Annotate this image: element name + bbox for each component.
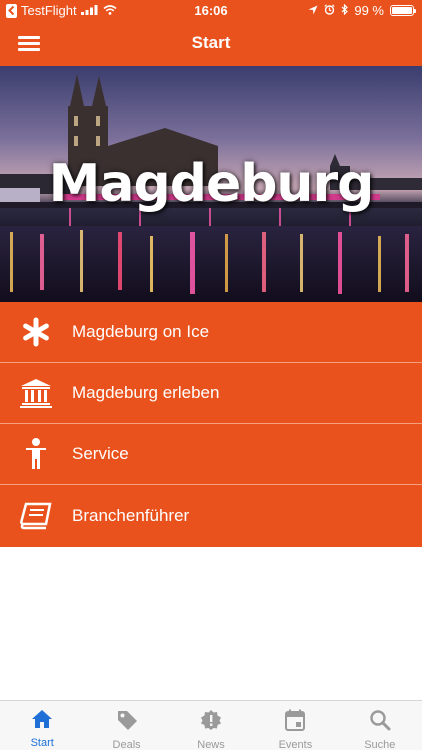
tab-events[interactable]: Events: [253, 701, 337, 750]
alert-badge-icon: [200, 709, 222, 736]
tab-start[interactable]: Start: [0, 701, 84, 750]
menu-item-branchenfuehrer[interactable]: Branchenführer: [0, 485, 422, 547]
battery-icon: [390, 5, 416, 16]
tab-label: News: [197, 739, 225, 750]
menu-item-label: Branchenführer: [72, 506, 190, 525]
museum-icon: [0, 378, 72, 408]
app-screen: TestFlight 16:06 99 % Start Magdeburg Ma…: [0, 0, 422, 750]
tab-suche[interactable]: Suche: [338, 701, 422, 750]
battery-percent: 99 %: [354, 3, 384, 18]
search-icon: [369, 709, 391, 736]
status-right: 99 %: [308, 3, 416, 18]
tab-label: Suche: [364, 739, 396, 750]
snowflake-icon: [0, 317, 72, 347]
tag-icon: [116, 709, 138, 736]
calendar-icon: [285, 709, 306, 736]
hero-image: Magdeburg: [0, 66, 422, 302]
home-icon: [31, 709, 53, 734]
menu-item-magdeburg-on-ice[interactable]: Magdeburg on Ice: [0, 302, 422, 363]
location-arrow-icon: [308, 3, 318, 18]
navigation-bar: Start: [0, 22, 422, 66]
alarm-icon: [324, 3, 335, 18]
tab-label: Start: [30, 737, 54, 749]
tab-bar: Start Deals News Events Suche: [0, 700, 422, 750]
menu-item-magdeburg-erleben[interactable]: Magdeburg erleben: [0, 363, 422, 424]
menu-item-label: Service: [72, 444, 129, 463]
menu-item-label: Magdeburg erleben: [72, 383, 220, 402]
tab-news[interactable]: News: [169, 701, 253, 750]
person-icon: [0, 438, 72, 470]
page-title: Start: [191, 33, 231, 52]
tab-label: Deals: [112, 739, 141, 750]
menu-item-service[interactable]: Service: [0, 424, 422, 485]
status-bar: TestFlight 16:06 99 %: [0, 0, 422, 22]
menu-item-label: Magdeburg on Ice: [72, 322, 210, 341]
tab-label: Events: [278, 739, 313, 750]
main-menu: Magdeburg on Ice Magdeburg erleben Servi…: [0, 302, 422, 547]
bluetooth-icon: [341, 3, 349, 18]
hero-title: Magdeburg: [48, 154, 375, 214]
book-icon: [0, 502, 72, 530]
tab-deals[interactable]: Deals: [84, 701, 168, 750]
